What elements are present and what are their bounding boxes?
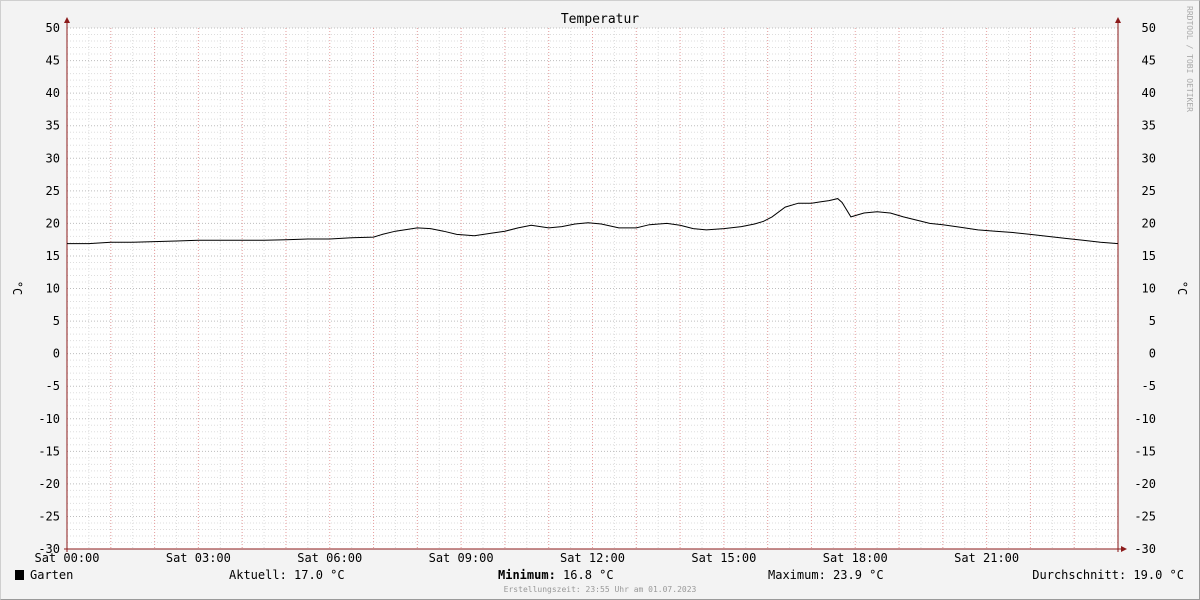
y-tick-label-right: 50	[1142, 21, 1156, 35]
x-axis-arrow	[1121, 546, 1127, 552]
x-tick-label: Sat 09:00	[429, 551, 494, 565]
y-tick-label-right: -25	[1134, 509, 1156, 523]
y-tick-label-left: -20	[38, 477, 60, 491]
x-tick-label: Sat 18:00	[823, 551, 888, 565]
y-tick-label-right: 40	[1142, 86, 1156, 100]
y-axis-right-arrow	[1115, 17, 1121, 23]
x-tick-label: Sat 00:00	[34, 551, 99, 565]
y-tick-label-left: 10	[46, 282, 60, 296]
y-tick-label-right: -20	[1134, 477, 1156, 491]
y-tick-label-left: 35	[46, 119, 60, 133]
y-tick-label-left: -5	[46, 379, 60, 393]
y-axis-label-right: °C	[1175, 281, 1189, 295]
y-tick-label-right: 45	[1142, 54, 1156, 68]
y-tick-label-right: 35	[1142, 119, 1156, 133]
y-axis-left-arrow	[64, 17, 70, 23]
y-tick-label-left: 45	[46, 54, 60, 68]
footer-timestamp: Erstellungszeit: 23:55 Uhr am 01.07.2023	[504, 585, 697, 594]
chart-title: Temperatur	[561, 12, 639, 27]
y-axis-label-left: °C	[10, 281, 24, 295]
y-tick-label-left: 0	[53, 347, 60, 361]
x-tick-label: Sat 21:00	[954, 551, 1019, 565]
x-tick-label: Sat 06:00	[297, 551, 362, 565]
y-tick-label-left: 20	[46, 216, 60, 230]
legend-minimum-label: Minimum:	[498, 568, 556, 582]
legend-minimum-value: 16.8 °C	[556, 568, 614, 582]
x-tick-label: Sat 15:00	[691, 551, 756, 565]
y-tick-label-right: 25	[1142, 184, 1156, 198]
y-tick-label-right: -15	[1134, 444, 1156, 458]
legend-aktuell: Aktuell: 17.0 °C	[229, 568, 345, 582]
y-tick-label-right: 5	[1149, 314, 1156, 328]
y-tick-label-right: 30	[1142, 151, 1156, 165]
legend-maximum: Maximum: 23.9 °C	[768, 568, 884, 582]
legend-minimum: Minimum: 16.8 °C	[498, 568, 614, 582]
y-tick-label-left: -15	[38, 444, 60, 458]
y-tick-label-right: -30	[1134, 542, 1156, 556]
temperature-chart: 50 5045 4540 4035 3530 3025 2520 2015 1510 105 50 0…	[10, 6, 1194, 594]
x-tick-label: Sat 12:00	[560, 551, 625, 565]
y-tick-label-left: 25	[46, 184, 60, 198]
x-tick-label: Sat 03:00	[166, 551, 231, 565]
y-tick-label-left: -25	[38, 509, 60, 523]
y-tick-label-right: -10	[1134, 412, 1156, 426]
y-tick-label-right: 15	[1142, 249, 1156, 263]
y-tick-label-right: 10	[1142, 282, 1156, 296]
legend-durchschnitt: Durchschnitt: 19.0 °C	[1032, 568, 1184, 582]
y-tick-label-left: -10	[38, 412, 60, 426]
y-tick-label-right: 20	[1142, 216, 1156, 230]
y-tick-label-left: 30	[46, 151, 60, 165]
rrdtool-watermark: RRDTOOL / TOBI OETIKER	[1185, 6, 1194, 112]
y-tick-label-left: 40	[46, 86, 60, 100]
y-tick-label-right: -5	[1142, 379, 1156, 393]
legend-swatch	[15, 570, 24, 580]
y-tick-label-left: 5	[53, 314, 60, 328]
legend-series-name: Garten	[30, 568, 73, 582]
y-tick-label-left: 50	[46, 21, 60, 35]
y-tick-label-right: 0	[1149, 347, 1156, 361]
y-tick-label-left: 15	[46, 249, 60, 263]
